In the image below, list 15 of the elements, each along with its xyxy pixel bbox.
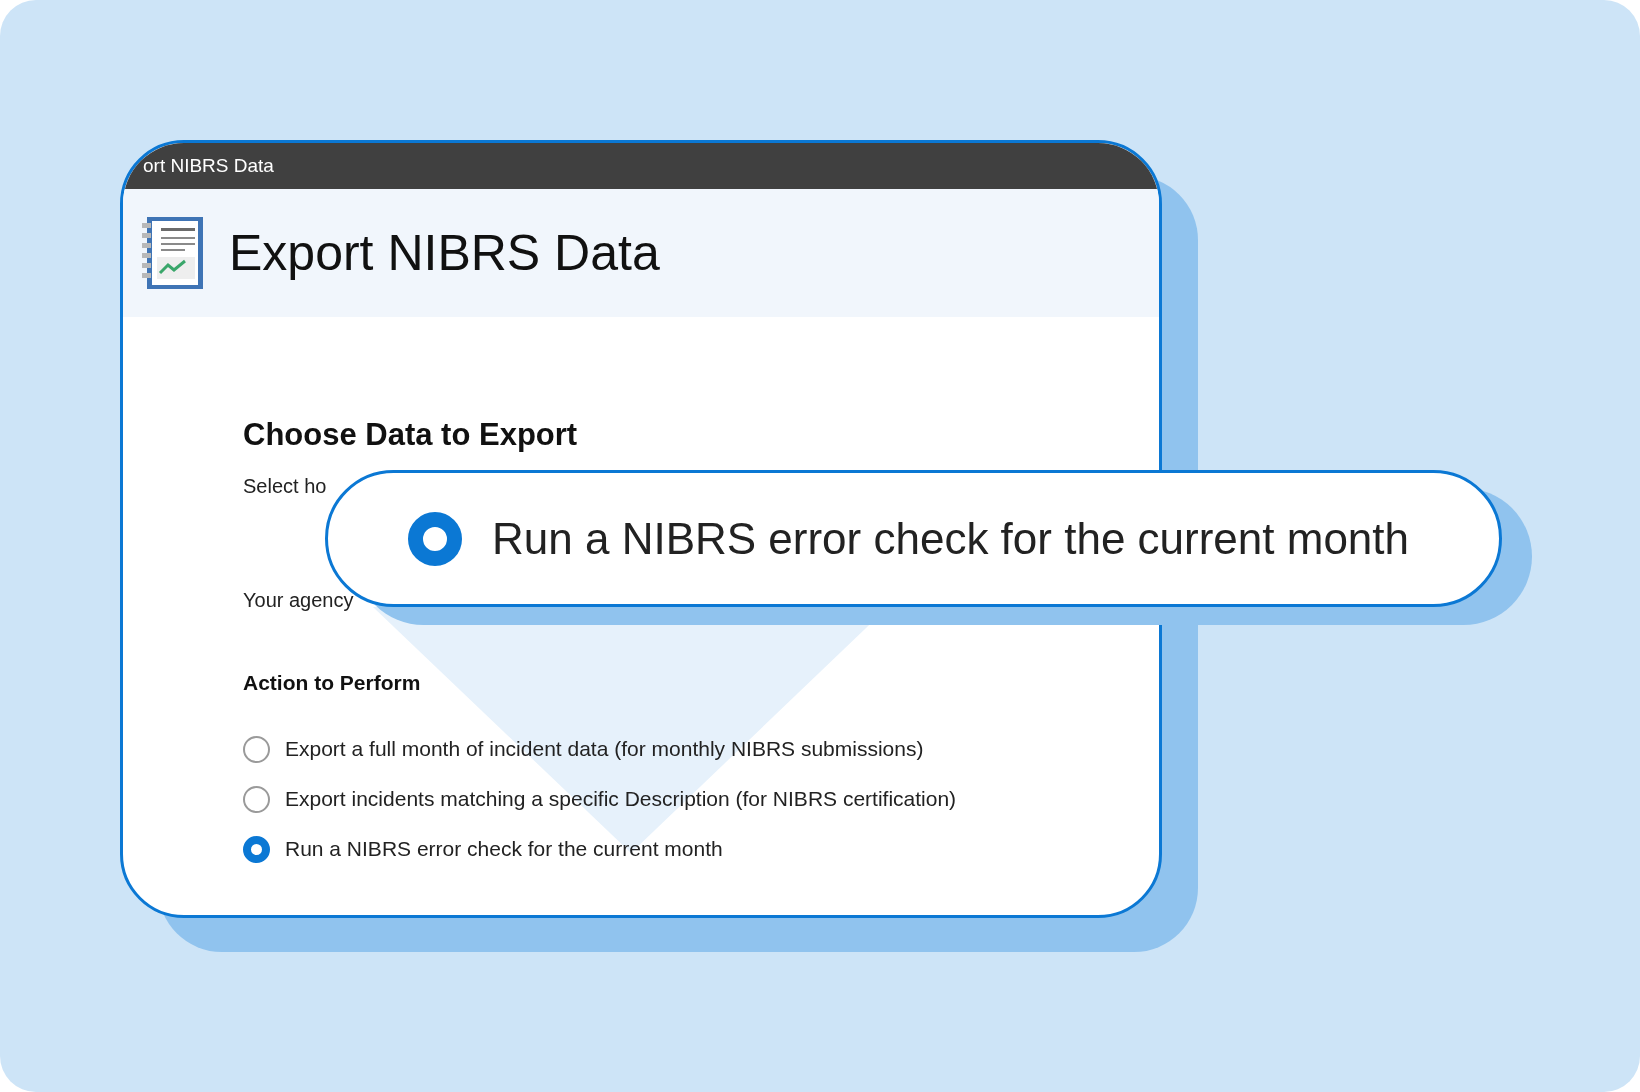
radio-button[interactable]: [243, 785, 270, 813]
start-month-note: Your agency: [243, 588, 355, 613]
radio-button[interactable]: [408, 511, 462, 566]
radio-button[interactable]: [243, 735, 270, 763]
window-title: ort NIBRS Data: [143, 153, 274, 178]
option-label: Export incidents matching a specific Description (for NIBRS certification): [285, 786, 957, 812]
action-title: Action to Perform: [243, 670, 422, 696]
radio-button[interactable]: [243, 835, 270, 863]
page-heading: Export NIBRS Data: [229, 223, 660, 283]
option-label: Export a full month of incident data (for monthly NIBRS submissions): [285, 736, 924, 762]
section-title: Choose Data to Export: [243, 416, 579, 454]
instruction-text: Select ho: [243, 474, 328, 499]
notebook-chart-icon: [141, 215, 205, 291]
option-label: Run a NIBRS error check for the current month: [285, 836, 723, 862]
callout-label: Run a NIBRS error check for the current month: [492, 512, 1410, 565]
